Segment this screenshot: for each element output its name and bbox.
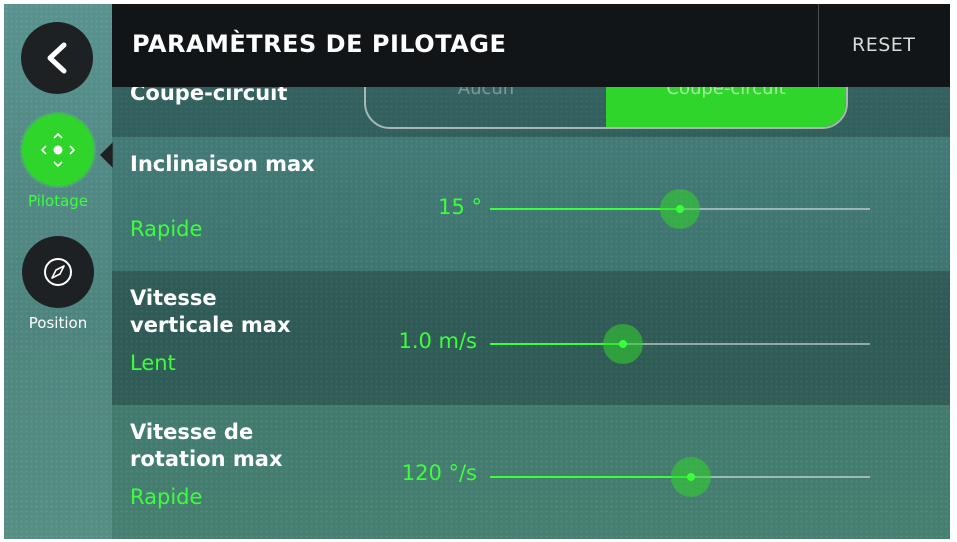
reset-button[interactable]: RESET xyxy=(852,34,915,56)
sidebar-item-label: Position xyxy=(28,314,88,332)
sidebar-item-label: Pilotage xyxy=(27,192,89,210)
sidebar-item-position[interactable]: Position xyxy=(4,236,112,332)
row-preset: Rapide xyxy=(130,485,203,509)
slider-knob[interactable] xyxy=(671,457,711,497)
page-title: PARAMÈTRES DE PILOTAGE xyxy=(132,30,507,58)
screen: Pilotage Position Coupe-circuit Aucun Co… xyxy=(4,4,950,539)
row-label: Vitesse de rotation max xyxy=(130,420,283,471)
settings-row-vitesse-verticale: Vitesse verticale max Lent 1.0 m/s xyxy=(112,271,950,405)
settings-row-coupe-circuit: Coupe-circuit Aucun Coupe-circuit xyxy=(112,47,950,137)
dpad-icon xyxy=(22,114,94,186)
slider-fill xyxy=(490,476,691,478)
settings-row-vitesse-rotation: Vitesse de rotation max Rapide 120 °/s xyxy=(112,405,950,539)
slider-track[interactable] xyxy=(490,457,870,497)
row-label: Vitesse verticale max xyxy=(130,286,291,337)
slider-fill xyxy=(490,208,680,210)
slider-knob[interactable] xyxy=(603,324,643,364)
row-value: 15 ° xyxy=(438,195,482,219)
header: PARAMÈTRES DE PILOTAGE RESET xyxy=(112,4,950,87)
compass-icon xyxy=(22,236,94,308)
slider-knob[interactable] xyxy=(660,189,700,229)
chevron-left-icon xyxy=(47,42,67,74)
settings-row-inclinaison: Inclinaison max Rapide 15 ° xyxy=(112,137,950,271)
row-preset: Lent xyxy=(130,351,176,375)
sidebar-item-pilotage[interactable]: Pilotage xyxy=(4,114,112,210)
header-divider xyxy=(818,4,819,87)
row-value: 1.0 m/s xyxy=(398,329,477,353)
row-label: Inclinaison max xyxy=(130,152,315,176)
sidebar: Pilotage Position xyxy=(4,4,112,539)
row-preset: Rapide xyxy=(130,217,203,241)
row-value: 120 °/s xyxy=(401,461,477,485)
slider-track[interactable] xyxy=(490,324,870,364)
slider-track[interactable] xyxy=(490,189,870,229)
back-button[interactable] xyxy=(21,22,93,94)
